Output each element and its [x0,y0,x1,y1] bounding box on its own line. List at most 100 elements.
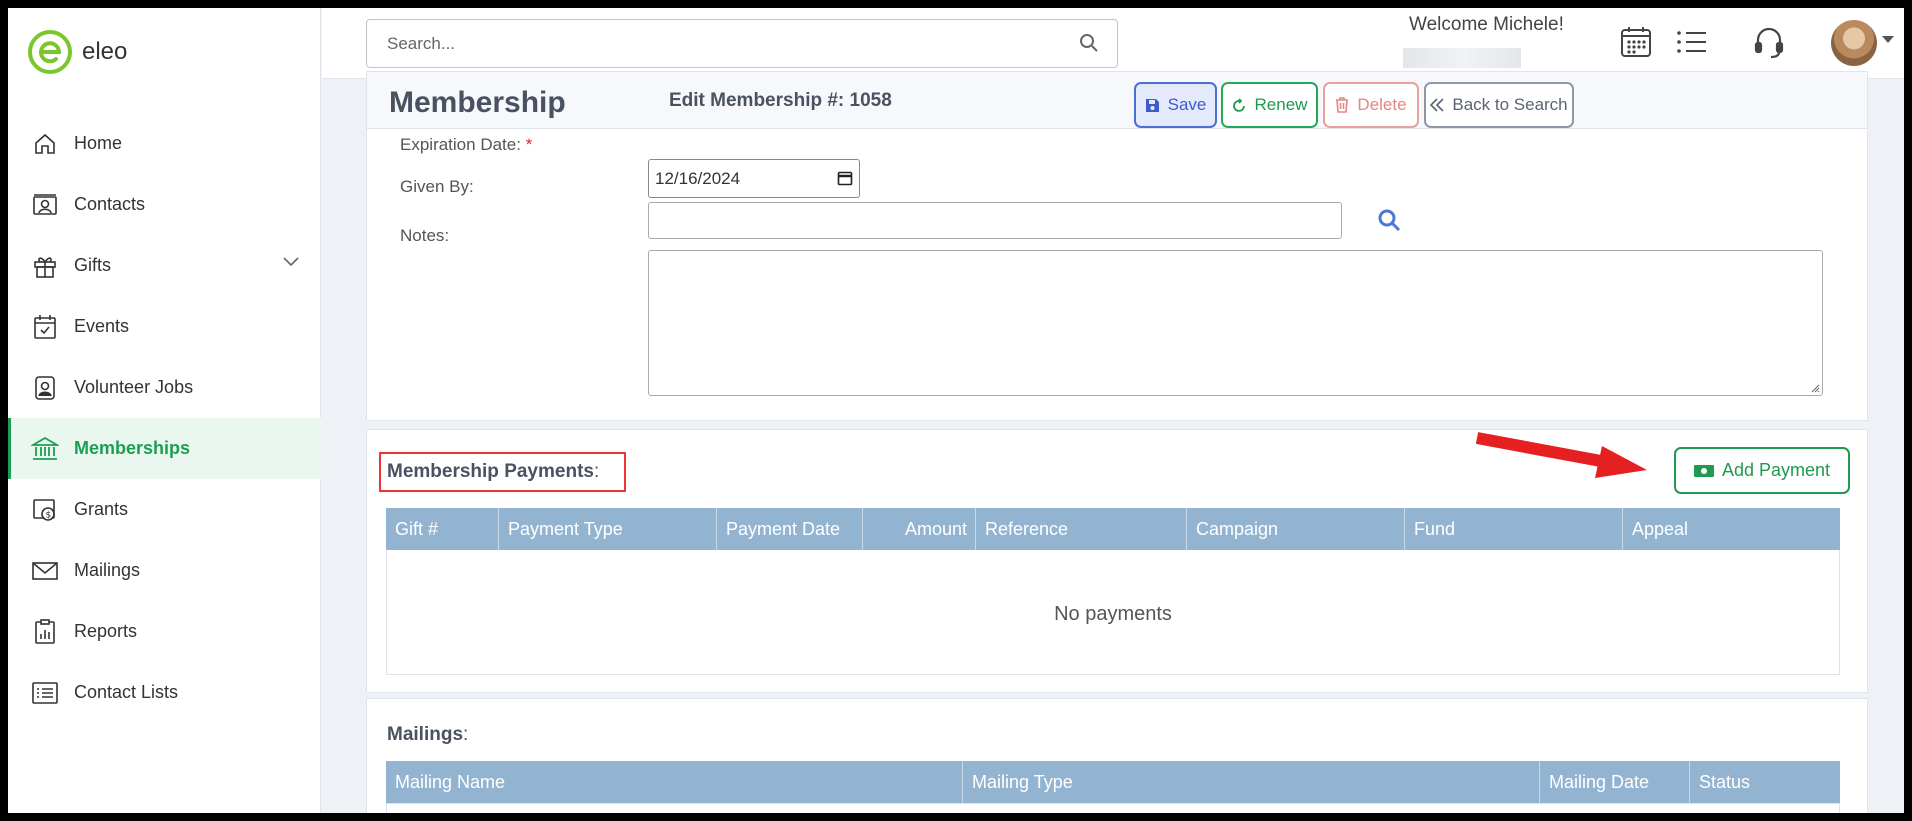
column-header[interactable]: Appeal [1623,508,1840,550]
sidebar-nav: Home Contacts Gifts Events Volunteer Job… [8,113,321,723]
given-by-input[interactable] [648,202,1342,239]
sidebar-item-home[interactable]: Home [8,113,321,174]
sidebar-item-reports[interactable]: Reports [8,601,321,662]
gift-icon [30,251,60,281]
required-marker: * [525,135,533,154]
membership-payments-title: Membership Payments: [387,461,600,482]
membership-form-card: Expiration Date: * 12/16/2024 Given By: … [366,129,1868,421]
sidebar-item-volunteer-jobs[interactable]: Volunteer Jobs [8,357,321,418]
payments-table-body: No payments [386,550,1840,675]
chevron-down-icon[interactable] [283,257,299,267]
sidebar-item-label: Events [74,316,130,336]
page-title: Membership [389,86,566,119]
report-icon [30,617,60,647]
delete-label: Delete [1357,95,1407,114]
column-header[interactable]: Payment Date [717,508,863,550]
calendar-picker-icon[interactable] [837,170,853,186]
headset-support-icon[interactable] [1751,24,1787,60]
app-frame: eleo Home Contacts Gifts Events Voluntee… [8,8,1904,813]
grant-icon: $ [30,495,60,525]
sidebar-item-contact-lists[interactable]: Contact Lists [8,662,321,723]
calendar-grid-icon[interactable] [1618,24,1654,60]
top-header: Search... Welcome Michele! [322,8,1904,79]
caret-down-icon[interactable] [1882,36,1894,44]
trash-icon [1336,97,1349,113]
add-payment-label: Add Payment [1721,460,1831,480]
annotation-arrow-icon [1475,432,1647,478]
mailings-table-header: Mailing Name Mailing Type Mailing Date S… [386,761,1840,803]
logo-text: eleo [82,38,128,65]
sidebar-item-memberships[interactable]: Memberships [8,418,321,479]
logo[interactable]: eleo [28,30,127,74]
notes-textarea[interactable] [648,250,1823,396]
mailings-table-body [386,803,1840,813]
envelope-icon [30,556,60,586]
notes-label: Notes: [400,226,450,245]
sidebar-item-label: Contact Lists [74,682,179,702]
sidebar-item-label: Memberships [74,438,191,458]
double-chevron-left-icon [1430,98,1444,112]
search-icon[interactable] [1377,208,1401,232]
avatar[interactable] [1831,20,1877,66]
sidebar-item-label: Reports [74,621,138,641]
eleo-logo-icon [28,30,72,74]
list-icon [30,678,60,708]
sidebar-item-label: Gifts [74,255,112,275]
redacted-organization [1403,48,1521,68]
sidebar-item-mailings[interactable]: Mailings [8,540,321,601]
expiration-date-value: 12/16/2024 [655,168,741,188]
payments-table-header: Gift # Payment Type Payment Date Amount … [386,508,1840,550]
column-header[interactable]: Fund [1405,508,1623,550]
column-header[interactable]: Amount [863,508,976,550]
sidebar: eleo Home Contacts Gifts Events Voluntee… [8,8,321,813]
edit-membership-title: Edit Membership #: 1058 [669,90,892,111]
given-by-label: Given By: [400,177,474,196]
floppy-disk-icon [1145,98,1159,112]
column-header[interactable]: Mailing Type [963,761,1540,803]
column-header[interactable]: Gift # [386,508,499,550]
mailings-title: Mailings: [387,724,469,745]
welcome-text: Welcome Michele! [1409,14,1564,35]
back-to-search-button[interactable]: Back to Search [1424,82,1574,128]
delete-button[interactable]: Delete [1323,82,1419,128]
sidebar-item-gifts[interactable]: Gifts [8,235,321,296]
save-button[interactable]: Save [1134,82,1217,128]
svg-text:$: $ [46,510,52,520]
renew-button[interactable]: Renew [1221,82,1318,128]
page-titlebar: Membership Edit Membership #: 1058 Save … [366,71,1868,129]
money-icon [1693,464,1714,477]
sidebar-item-label: Grants [74,499,129,519]
column-header[interactable]: Campaign [1187,508,1405,550]
empty-state-text: No payments [1054,603,1172,625]
badge-icon [30,373,60,403]
expiration-date-input[interactable]: 12/16/2024 [648,159,860,198]
sidebar-item-label: Mailings [74,560,141,580]
sidebar-item-events[interactable]: Events [8,296,321,357]
column-header[interactable]: Mailing Date [1540,761,1690,803]
column-header[interactable]: Reference [976,508,1187,550]
resize-handle-icon[interactable] [1810,383,1820,393]
membership-payments-card: Membership Payments: Add Payment Gift # … [366,429,1868,693]
sidebar-item-contacts[interactable]: Contacts [8,174,321,235]
column-header[interactable]: Payment Type [499,508,717,550]
bank-icon [30,434,60,464]
sidebar-item-label: Contacts [74,194,146,214]
search-icon[interactable] [1079,33,1099,53]
renew-label: Renew [1254,95,1308,114]
column-header[interactable]: Status [1690,761,1840,803]
expiration-date-label: Expiration Date: * [400,135,533,154]
search-input[interactable]: Search... [366,19,1118,68]
calendar-check-icon [30,312,60,342]
add-payment-button[interactable]: Add Payment [1674,447,1850,494]
sidebar-item-grants[interactable]: $ Grants [8,479,321,540]
contacts-icon [30,190,60,220]
task-list-icon[interactable] [1674,24,1710,60]
mailings-card: Mailings: Mailing Name Mailing Type Mail… [366,698,1868,813]
column-header[interactable]: Mailing Name [386,761,963,803]
home-icon [30,129,60,159]
sidebar-item-label: Volunteer Jobs [74,377,194,397]
back-label: Back to Search [1452,95,1568,114]
search-placeholder: Search... [387,33,456,53]
save-label: Save [1167,95,1207,114]
sidebar-item-label: Home [74,133,123,153]
